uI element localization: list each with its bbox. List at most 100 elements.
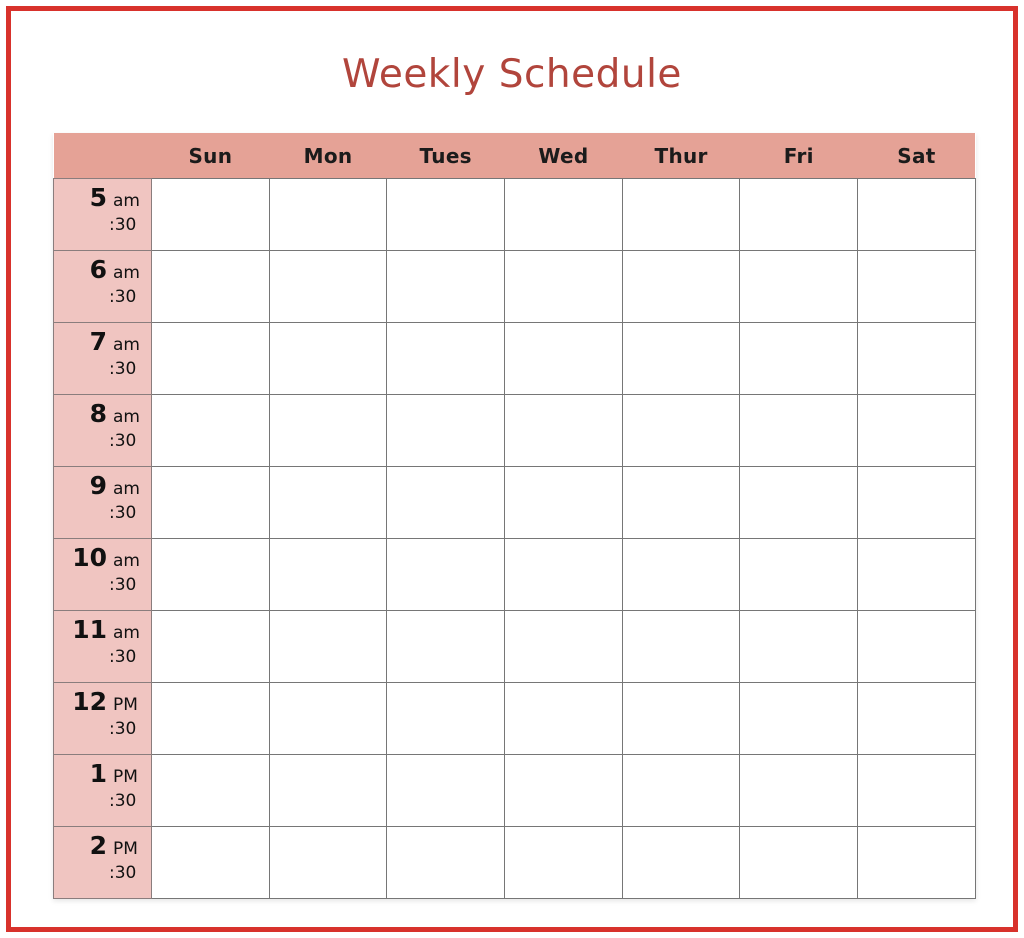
schedule-slot-cell[interactable] (621, 322, 741, 395)
schedule-slot-cell[interactable] (504, 682, 623, 755)
schedule-slot-cell[interactable] (151, 394, 270, 467)
schedule-slot-cell[interactable] (386, 610, 506, 683)
schedule-slot-cell[interactable] (151, 466, 270, 539)
schedule-slot-cell[interactable] (857, 538, 976, 611)
schedule-slot-cell[interactable] (504, 610, 623, 683)
schedule-slot-cell[interactable] (268, 250, 388, 323)
column-header-fri: Fri (739, 133, 858, 179)
schedule-slot-cell[interactable] (857, 250, 976, 323)
schedule-slot-cell[interactable] (386, 250, 506, 323)
schedule-slot-cell[interactable] (268, 538, 388, 611)
page-content: Weekly Schedule Sun Mon Tues Wed Thur Fri Sat … (11, 11, 1013, 927)
schedule-slot-cell[interactable] (857, 322, 976, 395)
schedule-table-container: Sun Mon Tues Wed Thur Fri Sat 5 am:30 6 am:30 7 am:… (53, 133, 976, 899)
column-header-thur: Thur (622, 133, 740, 179)
schedule-slot-cell[interactable] (857, 178, 976, 251)
schedule-slot-cell[interactable] (268, 394, 388, 467)
schedule-slot-cell[interactable] (504, 250, 623, 323)
schedule-slot-cell[interactable] (504, 826, 623, 899)
schedule-slot-cell[interactable] (151, 178, 270, 251)
schedule-slot-cell[interactable] (386, 394, 506, 467)
schedule-slot-cell[interactable] (504, 322, 623, 395)
half-hour-label: :30 (109, 719, 137, 739)
schedule-slot-cell[interactable] (857, 754, 976, 827)
time-label-inner: 7 am:30 (54, 323, 151, 394)
half-hour-label: :30 (109, 431, 137, 451)
hour-number: 10 (72, 543, 107, 572)
schedule-slot-cell[interactable] (386, 322, 506, 395)
schedule-slot-cell[interactable] (621, 250, 741, 323)
schedule-slot-cell[interactable] (621, 682, 741, 755)
schedule-slot-cell[interactable] (739, 250, 859, 323)
schedule-slot-cell[interactable] (857, 394, 976, 467)
schedule-slot-cell[interactable] (739, 394, 859, 467)
hour-line: 5 am (54, 185, 151, 213)
schedule-slot-cell[interactable] (268, 466, 388, 539)
schedule-slot-cell[interactable] (268, 754, 388, 827)
time-label-cell: 10 am:30 (53, 538, 152, 611)
schedule-slot-cell[interactable] (621, 466, 741, 539)
weekly-schedule-table: Sun Mon Tues Wed Thur Fri Sat 5 am:30 6 am:30 7 am:… (53, 133, 976, 899)
column-header-wed: Wed (504, 133, 623, 179)
schedule-slot-cell[interactable] (386, 538, 506, 611)
schedule-slot-cell[interactable] (151, 322, 270, 395)
schedule-slot-cell[interactable] (739, 826, 859, 899)
schedule-slot-cell[interactable] (151, 610, 270, 683)
schedule-slot-cell[interactable] (268, 178, 388, 251)
hour-number: 1 (89, 759, 107, 788)
schedule-slot-cell[interactable] (621, 538, 741, 611)
schedule-row: 2 PM:30 (53, 826, 976, 899)
schedule-slot-cell[interactable] (268, 826, 388, 899)
schedule-slot-cell[interactable] (621, 610, 741, 683)
schedule-slot-cell[interactable] (151, 538, 270, 611)
schedule-slot-cell[interactable] (504, 538, 623, 611)
schedule-slot-cell[interactable] (857, 682, 976, 755)
time-label-inner: 5 am:30 (54, 179, 151, 250)
schedule-slot-cell[interactable] (739, 466, 859, 539)
column-header-tues: Tues (386, 133, 505, 179)
schedule-slot-cell[interactable] (739, 610, 859, 683)
schedule-slot-cell[interactable] (621, 754, 741, 827)
header-corner-cell (53, 133, 152, 179)
schedule-slot-cell[interactable] (386, 682, 506, 755)
schedule-slot-cell[interactable] (504, 394, 623, 467)
schedule-slot-cell[interactable] (386, 826, 506, 899)
schedule-slot-cell[interactable] (857, 826, 976, 899)
schedule-slot-cell[interactable] (739, 538, 859, 611)
time-label-cell: 7 am:30 (53, 322, 152, 395)
schedule-slot-cell[interactable] (739, 754, 859, 827)
schedule-slot-cell[interactable] (268, 610, 388, 683)
schedule-slot-cell[interactable] (386, 178, 506, 251)
schedule-slot-cell[interactable] (151, 250, 270, 323)
time-label-inner: 9 am:30 (54, 467, 151, 538)
schedule-slot-cell[interactable] (268, 322, 388, 395)
schedule-slot-cell[interactable] (504, 178, 623, 251)
schedule-slot-cell[interactable] (268, 682, 388, 755)
schedule-slot-cell[interactable] (151, 754, 270, 827)
time-label-inner: 8 am:30 (54, 395, 151, 466)
schedule-slot-cell[interactable] (621, 178, 741, 251)
meridiem-label: PM (113, 767, 138, 787)
schedule-slot-cell[interactable] (739, 682, 859, 755)
schedule-slot-cell[interactable] (857, 466, 976, 539)
schedule-row: 12 PM:30 (53, 682, 976, 755)
schedule-row: 8 am:30 (53, 394, 976, 467)
schedule-slot-cell[interactable] (857, 610, 976, 683)
schedule-slot-cell[interactable] (151, 682, 270, 755)
schedule-slot-cell[interactable] (386, 466, 506, 539)
schedule-slot-cell[interactable] (739, 178, 859, 251)
hour-line: 10 am (54, 545, 151, 573)
time-label-cell: 1 PM:30 (53, 754, 152, 827)
schedule-slot-cell[interactable] (386, 754, 506, 827)
schedule-row: 1 PM:30 (53, 754, 976, 827)
schedule-slot-cell[interactable] (621, 394, 741, 467)
schedule-slot-cell[interactable] (504, 466, 623, 539)
meridiem-label: PM (113, 839, 138, 859)
time-label-cell: 8 am:30 (53, 394, 152, 467)
schedule-slot-cell[interactable] (151, 826, 270, 899)
time-label-inner: 1 PM:30 (54, 755, 151, 826)
schedule-slot-cell[interactable] (504, 754, 623, 827)
schedule-slot-cell[interactable] (739, 322, 859, 395)
schedule-slot-cell[interactable] (621, 826, 741, 899)
meridiem-label: am (113, 407, 140, 427)
